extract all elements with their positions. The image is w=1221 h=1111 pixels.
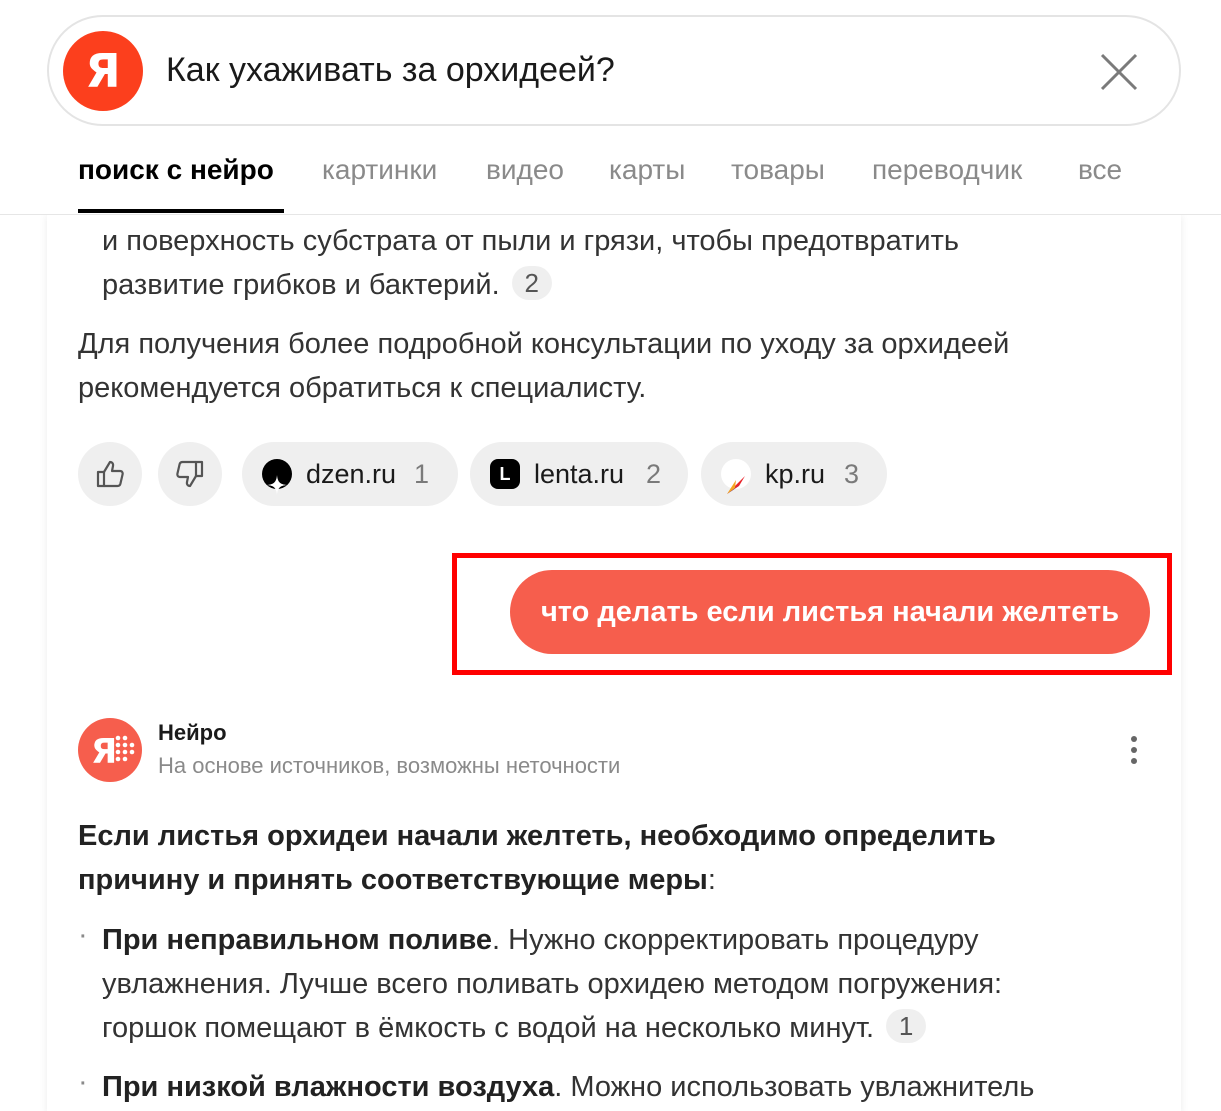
- bullet-title: При неправильном поливе: [102, 924, 493, 956]
- source-name: lenta.ru: [534, 459, 625, 489]
- answer-intro-line: причину и принять соответствующие меры:: [78, 858, 716, 902]
- tab-neiro-search[interactable]: поиск с нейро: [78, 154, 274, 186]
- tab-maps[interactable]: карты: [609, 154, 685, 186]
- yandex-logo[interactable]: Я: [63, 31, 143, 111]
- bullet-marker: ·: [78, 1066, 88, 1098]
- tab-translator[interactable]: переводчик: [872, 154, 1022, 186]
- svg-text:Я: Я: [91, 732, 117, 772]
- answer-paragraph-line: Для получения более подробной консультац…: [78, 328, 1010, 360]
- search-box[interactable]: Я Как ухаживать за орхидеей?: [47, 15, 1181, 126]
- clear-search-button[interactable]: [1099, 52, 1139, 92]
- more-options-button[interactable]: [1120, 730, 1148, 770]
- source-chip-dzen[interactable]: dzen.ru 1: [242, 442, 458, 506]
- source-reference[interactable]: 2: [511, 266, 552, 300]
- tab-all[interactable]: все: [1078, 154, 1122, 186]
- answer-paragraph-line: рекомендуется обратиться к специалисту.: [78, 372, 647, 404]
- source-number: 1: [414, 459, 430, 489]
- answer-bullet-line: При низкой влажности воздуха. Можно испо…: [102, 1065, 1034, 1109]
- neiro-disclaimer: На основе источников, возможны неточност…: [158, 753, 621, 778]
- bullet-title: При низкой влажности воздуха: [102, 1071, 555, 1103]
- answer-text: развитие грибков и бактерий.: [102, 269, 500, 301]
- dislike-button[interactable]: [158, 442, 222, 506]
- source-name: kp.ru: [765, 459, 826, 489]
- dzen-icon: [262, 459, 292, 495]
- kp-icon: [721, 459, 751, 494]
- tab-video[interactable]: видео: [486, 154, 564, 186]
- search-header: Я Как ухаживать за орхидеей? поиск с ней…: [0, 0, 1221, 215]
- close-icon: [1100, 53, 1138, 91]
- bullet-marker: ·: [78, 919, 88, 951]
- follow-up-question-button[interactable]: что делать если листья начали желтеть: [510, 570, 1150, 654]
- neiro-logo-icon: Я: [91, 732, 135, 772]
- answer-bullet-line: При неправильном поливе. Нужно скорректи…: [102, 918, 978, 962]
- active-tab-indicator: [78, 209, 284, 213]
- answer-bullet-line: увлажнения. Лучше всего поливать орхидею…: [102, 968, 1003, 1000]
- search-query[interactable]: Как ухаживать за орхидеей?: [166, 51, 615, 90]
- answer-text-line: развитие грибков и бактерий. 2: [102, 263, 552, 307]
- source-chip-kp[interactable]: kp.ru 3: [701, 442, 887, 506]
- answer-bullet-line: горшок помещают в ёмкость с водой на нес…: [102, 1006, 927, 1050]
- lenta-icon: L: [490, 459, 520, 489]
- source-number: 2: [646, 459, 662, 489]
- source-name: dzen.ru: [306, 459, 397, 489]
- tab-products[interactable]: товары: [731, 154, 825, 186]
- source-number: 3: [844, 459, 860, 489]
- answer-intro-tail: :: [707, 864, 716, 896]
- source-reference[interactable]: 1: [886, 1009, 927, 1043]
- thumbs-down-icon: [176, 460, 204, 488]
- answer-intro-bold: причину и принять соответствующие меры: [78, 864, 708, 896]
- tab-images[interactable]: картинки: [322, 154, 437, 186]
- source-chip-lenta[interactable]: L lenta.ru 2: [470, 442, 688, 506]
- thumbs-up-icon: [96, 460, 124, 488]
- answer-text-line: и поверхность субстрата от пыли и грязи,…: [102, 225, 959, 257]
- bullet-text: горшок помещают в ёмкость с водой на нес…: [102, 1012, 875, 1044]
- bullet-text: . Можно использовать увлажнитель: [554, 1071, 1035, 1103]
- neiro-avatar: Я: [78, 718, 142, 782]
- neiro-name: Нейро: [158, 720, 227, 745]
- more-dots-icon: [1131, 736, 1137, 742]
- like-button[interactable]: [78, 442, 142, 506]
- answer-intro-line: Если листья орхидеи начали желтеть, необ…: [78, 820, 996, 852]
- bullet-text: . Нужно скорректировать процедуру: [492, 924, 979, 956]
